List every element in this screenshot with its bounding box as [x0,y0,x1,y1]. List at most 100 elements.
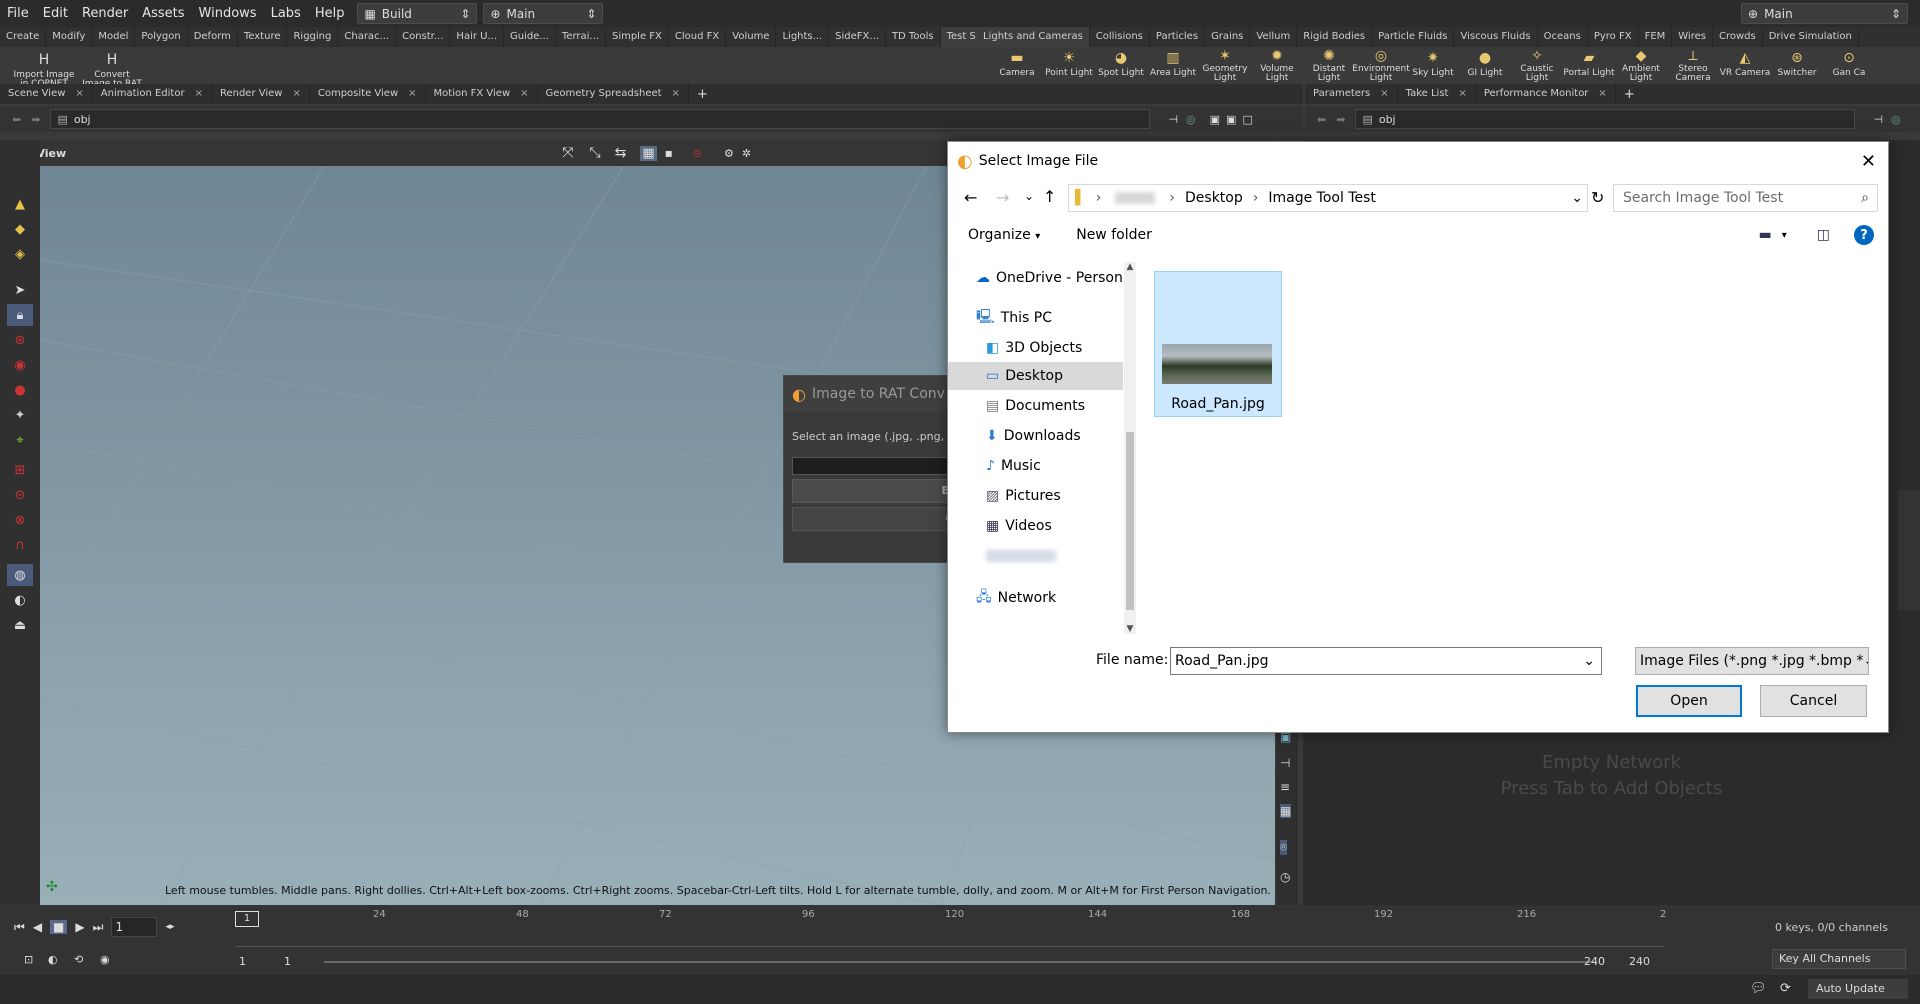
menu-labs[interactable]: Labs [264,0,308,27]
right-main-select[interactable]: ⊕ Main ⇕ [1741,3,1908,24]
close-tab-icon[interactable]: × [672,88,680,99]
auto-update-select[interactable]: Auto Update [1808,979,1908,999]
jump-start-icon[interactable]: ⏮ [14,920,25,935]
close-tab-icon[interactable]: × [520,88,528,99]
range-end2[interactable]: 240 [1629,955,1650,968]
shelf-tab-left[interactable]: Deform [188,27,238,47]
step-icons[interactable]: ◂▸ [165,922,174,932]
move-icon[interactable]: ◆ [7,218,33,240]
snap-grid-icon[interactable]: ⌖ [7,429,33,451]
chevron-down-icon[interactable]: ⌄ [1583,653,1595,669]
parameters-path-field[interactable]: ▤ obj [1355,109,1856,129]
pin-tool-icon[interactable]: ⊣ [1280,756,1290,770]
file-name-input[interactable]: Road_Pan.jpg ⌄ [1170,647,1602,675]
menu-windows[interactable]: Windows [192,0,264,27]
camera-dolly-icon[interactable]: ⇆ [615,145,627,161]
close-icon[interactable]: ✕ [1861,151,1876,172]
shelf-tool-environment-light[interactable]: ◎ Environment Light [1352,47,1409,83]
update-cycle-icon[interactable]: ⟳ [1780,981,1791,996]
shelf-tab-left[interactable]: Modify [46,27,93,47]
scroll-up-icon[interactable]: ▲ [1124,262,1136,272]
display-icon[interactable]: ▣ [1210,113,1220,126]
add-tab-icon[interactable]: + [1616,87,1643,102]
refresh-icon[interactable]: ↻ [1591,188,1604,207]
add-tab-icon[interactable]: + [689,87,716,102]
render-region-icon[interactable]: ⏏ [7,614,33,636]
shelf-tool-vr-camera[interactable]: ◭ VR Camera [1719,47,1771,83]
nav-music[interactable]: ♪ Music [986,452,1041,480]
render-icon[interactable]: ✲ [742,147,751,160]
close-tab-icon[interactable]: × [1380,88,1388,99]
scroll-down-icon[interactable]: ▼ [1124,624,1136,634]
shelf-tab-left[interactable]: Terrai... [556,27,606,47]
file-type-select[interactable]: Image Files (*.png *.jpg *.bmp * ⌄ [1635,647,1869,675]
shelf-tab-left[interactable]: Texture [238,27,288,47]
shelf-tool-geometry-light[interactable]: ✶ Geometry Light [1199,47,1251,83]
shelf-tool-spot-light[interactable]: ◕ Spot Light [1095,47,1147,83]
shelf-tool-gi-light[interactable]: ● GI Light [1459,47,1511,83]
shelf-tab-left[interactable]: Create [0,27,47,47]
shelf-tab-left[interactable]: Lights... [776,27,830,47]
forward-arrow-icon[interactable]: ➡ [31,113,40,126]
shelf-tab-left[interactable]: Charac... [338,27,397,47]
shelf-tool-sky-light[interactable]: ✷ Sky Light [1407,47,1459,83]
select-icon[interactable]: ▲ [7,193,33,215]
blurred-user-folder[interactable] [1115,192,1156,204]
shelf-tab-right[interactable]: Wires [1672,27,1713,47]
nav-scrollbar[interactable]: ▲ ▼ [1124,262,1136,634]
file-item[interactable]: Road_Pan.jpg [1154,271,1282,417]
network-path-field[interactable]: ▤ obj [50,109,1151,129]
snapshot-icon[interactable]: ▣ [1226,113,1236,126]
shelf-tab-right[interactable]: Drive Simulation [1763,27,1859,47]
realtime-icon[interactable]: ◉ [100,953,110,966]
nav-desktop[interactable]: ▭ Desktop [948,362,1123,390]
handle-tool-icon[interactable]: ⊛ [7,329,33,351]
menu-assets[interactable]: Assets [135,0,191,27]
shelf-tool-camera[interactable]: ▬ Camera [991,47,1043,83]
shelf-tab-left[interactable]: Rigging [287,27,339,47]
shelf-tab-right[interactable]: Particles [1150,27,1206,47]
range-start2[interactable]: 1 [284,955,291,968]
forward-arrow-icon[interactable]: ➡ [1336,113,1345,126]
up-folder-icon[interactable]: ↑ [1043,187,1056,206]
shelf-tool-switcher[interactable]: ⊛ Switcher [1771,47,1823,83]
cancel-button[interactable]: Cancel [1760,685,1867,717]
menu-help[interactable]: Help [308,0,352,27]
shelf-tab-right[interactable]: Pyro FX [1588,27,1639,47]
scroll-thumb[interactable] [1126,432,1134,610]
camera-tumble-icon[interactable]: ⤧ [562,145,573,161]
pane-right-tab[interactable]: Take List × [1398,84,1476,104]
shelf-tab-right[interactable]: Oceans [1538,27,1588,47]
import-image-tool[interactable]: H Import Image in COPNET [12,49,76,89]
desktop-build-select[interactable]: ▦ Build ⇕ [357,3,478,24]
close-tab-icon[interactable]: × [292,88,300,99]
preview-pane-icon[interactable]: ◫ [1817,227,1830,243]
pose-icon[interactable]: ◉ [7,354,33,376]
shelf-tab-right[interactable]: Lights and Cameras [977,27,1090,47]
shelf-tab-right[interactable]: Particle Fluids [1372,27,1455,47]
shelf-tab-left[interactable]: Polygon [135,27,188,47]
menu-render[interactable]: Render [75,0,135,27]
current-frame-field[interactable]: 1 [111,917,158,937]
recent-dropdown-icon[interactable]: ⌄ [1024,189,1034,203]
shelf-tab-right[interactable]: FEM [1639,27,1673,47]
address-dropdown-icon[interactable]: ⌄ [1571,190,1583,206]
chat-icon[interactable]: 💬︎ [1750,981,1767,996]
camera-pan-icon[interactable]: ⤡ [589,145,600,161]
address-bar[interactable]: ▌ › › Desktop › Image Tool Test ⌄ [1068,184,1588,212]
snap-prim-icon[interactable]: ⊗ [7,509,33,531]
shelf-tab-left[interactable]: TD Tools [886,27,941,47]
pin-icon[interactable]: ⊣ [1873,113,1883,126]
range-start[interactable]: 1 [239,955,246,968]
breadcrumb-image-tool-test[interactable]: Image Tool Test [1268,190,1376,206]
shelf-tab-right[interactable]: Viscous Fluids [1454,27,1538,47]
shelf-tool-gan-ca[interactable]: ⊙ Gan Ca [1823,47,1875,83]
shelf-tool-point-light[interactable]: ☀ Point Light [1043,47,1095,83]
shelf-tool-stereo-camera[interactable]: ⟂ Stereo Camera [1667,47,1719,83]
pane-left-tab[interactable]: Geometry Spreadsheet × [538,84,689,104]
shading-icon[interactable]: ▪ [665,146,673,160]
shelf-tab-left[interactable]: Constr... [396,27,451,47]
location-icon[interactable]: ⌾ [1280,840,1288,855]
snap-curve-icon[interactable]: ⊝ [7,484,33,506]
nav-3d-objects[interactable]: ◧ 3D Objects [986,334,1082,362]
